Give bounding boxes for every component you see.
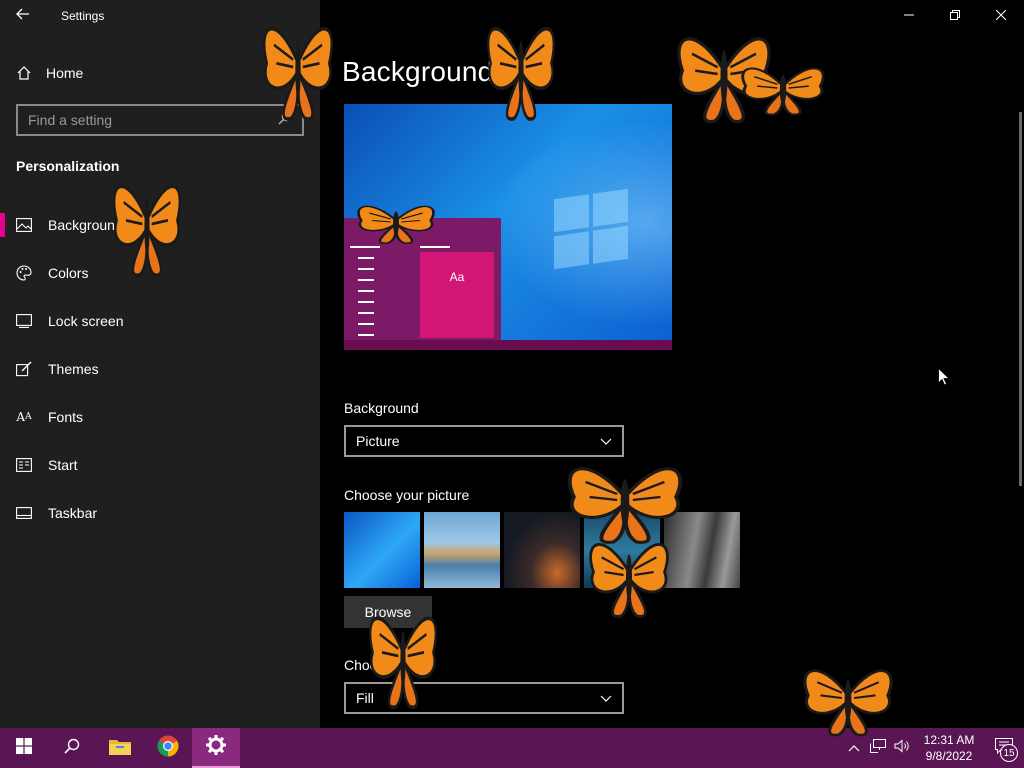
sidebar-item-label: Lock screen: [48, 313, 124, 329]
choose-picture-label: Choose your picture: [344, 487, 470, 503]
home-label: Home: [46, 65, 84, 81]
windows-start-icon: [16, 737, 32, 759]
butterfly-icon: [112, 184, 182, 277]
picture-thumbnail[interactable]: [424, 512, 500, 588]
fonts-icon: AA: [16, 410, 32, 424]
home-icon: [16, 65, 32, 81]
butterfly-icon: [486, 26, 556, 121]
background-dropdown-value: Picture: [356, 433, 400, 449]
search-icon: [64, 738, 80, 759]
window-controls: [886, 0, 1024, 32]
sidebar-item-lock-screen[interactable]: Lock screen: [0, 297, 320, 345]
close-button[interactable]: [978, 0, 1024, 32]
preview-taskbar: [344, 340, 672, 350]
sidebar-item-label: Start: [48, 457, 78, 473]
sidebar-item-label: Colors: [48, 265, 89, 281]
settings-taskbar-button[interactable]: [192, 728, 240, 768]
restore-icon: [950, 7, 960, 25]
themes-icon: [16, 361, 32, 377]
minimize-button[interactable]: [886, 0, 932, 32]
minimize-icon: [904, 7, 914, 25]
sidebar-item-start[interactable]: Start: [0, 441, 320, 489]
start-button[interactable]: [0, 728, 48, 768]
taskbar-icon: [16, 505, 32, 521]
settings-icon: [206, 734, 226, 760]
scrollbar[interactable]: [1019, 112, 1022, 486]
network-icon: [870, 738, 886, 758]
butterfly-icon: [262, 26, 334, 121]
chrome-icon: [157, 735, 179, 762]
close-icon: [995, 7, 1007, 25]
preview-tile-line: [420, 246, 450, 248]
chevron-down-icon: [600, 433, 612, 449]
volume-icon: [894, 738, 910, 758]
mouse-cursor-icon: [938, 367, 950, 391]
section-title: Personalization: [16, 158, 120, 174]
sidebar-item-fonts[interactable]: AA Fonts: [0, 393, 320, 441]
preview-start-menu: [350, 246, 380, 345]
app-title: Settings: [61, 9, 105, 23]
background-label: Background: [344, 400, 419, 416]
image-icon: [16, 217, 32, 233]
back-arrow-icon: [16, 7, 30, 25]
action-center-button[interactable]: 15: [984, 728, 1024, 768]
clock[interactable]: 12:31 AM 9/8/2022: [914, 732, 984, 764]
file-explorer-button[interactable]: [96, 728, 144, 768]
sidebar-item-taskbar[interactable]: Taskbar: [0, 489, 320, 537]
palette-icon: [16, 265, 32, 281]
sidebar-item-label: Taskbar: [48, 505, 98, 521]
butterfly-icon: [741, 67, 825, 116]
start-icon: [16, 457, 32, 473]
back-button[interactable]: [0, 0, 46, 32]
page-title: Background: [342, 56, 494, 87]
lock-screen-icon: [16, 313, 32, 329]
picture-thumbnail[interactable]: [344, 512, 420, 588]
search-input[interactable]: [28, 112, 278, 128]
butterfly-icon: [368, 616, 438, 709]
search-box[interactable]: [16, 104, 304, 136]
butterfly-icon: [589, 542, 669, 618]
windows-logo-icon: [554, 188, 628, 270]
butterfly-icon: [357, 205, 435, 245]
sidebar-item-themes[interactable]: Themes: [0, 345, 320, 393]
clock-time: 12:31 AM: [923, 733, 975, 747]
sidebar-item-label: Fonts: [48, 409, 84, 425]
taskbar-search-button[interactable]: [48, 728, 96, 768]
clock-date: 9/8/2022: [925, 749, 973, 763]
restore-button[interactable]: [932, 0, 978, 32]
notification-count-badge: 15: [1000, 744, 1018, 762]
file-explorer-icon: [109, 737, 131, 760]
chrome-button[interactable]: [144, 728, 192, 768]
sidebar-item-label: Themes: [48, 361, 99, 377]
preview-sample-tile: Aa: [420, 252, 494, 338]
butterfly-icon: [803, 669, 893, 737]
chevron-up-icon: [848, 739, 860, 757]
chevron-down-icon: [600, 690, 612, 706]
